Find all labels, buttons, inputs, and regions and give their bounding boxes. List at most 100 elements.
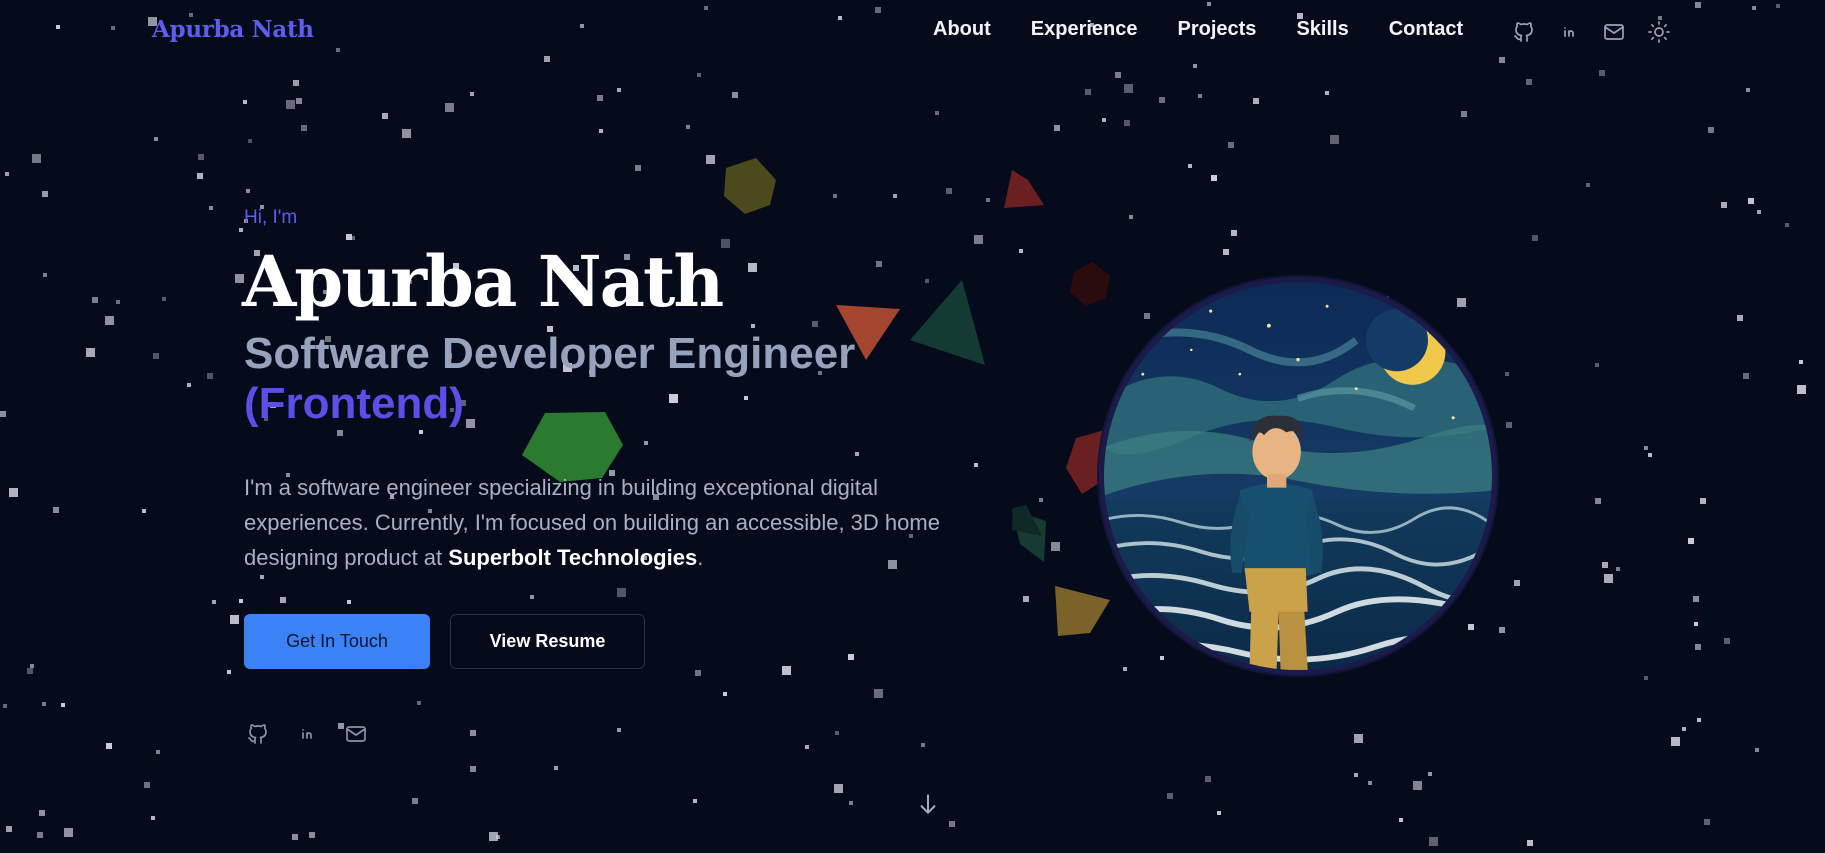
star-dot — [1019, 249, 1023, 253]
mail-icon[interactable] — [342, 720, 369, 747]
navbar: Apurba Nath About Experience Projects Sk… — [0, 0, 1825, 64]
github-icon[interactable] — [244, 720, 271, 747]
mail-icon[interactable] — [1600, 18, 1627, 45]
star-dot — [1461, 111, 1467, 117]
linkedin-icon[interactable] — [1555, 18, 1582, 45]
star-dot — [686, 125, 690, 129]
star-dot — [280, 597, 286, 603]
nav-link-about[interactable]: About — [933, 18, 991, 41]
star-dot — [382, 113, 388, 119]
star-dot — [974, 463, 978, 467]
star-dot — [1188, 164, 1192, 168]
star-dot — [744, 396, 748, 400]
star-dot — [617, 588, 626, 597]
hero-bio: I'm a software engineer specializing in … — [244, 470, 974, 575]
star-dot — [1704, 819, 1710, 825]
star-dot — [893, 194, 897, 198]
red-pyramid-shape — [1004, 170, 1044, 208]
star-dot — [470, 730, 476, 736]
star-dot — [644, 441, 648, 445]
star-dot — [1115, 72, 1121, 78]
olive-polyhedron-shape — [724, 158, 776, 214]
linkedin-icon[interactable] — [293, 720, 320, 747]
nav-link-experience[interactable]: Experience — [1031, 18, 1138, 41]
star-dot — [105, 316, 114, 325]
star-dot — [1721, 202, 1727, 208]
hero-role: Software Developer Engineer — [244, 329, 856, 378]
star-dot — [1039, 498, 1043, 502]
star-dot — [1799, 360, 1803, 364]
star-dot — [489, 832, 498, 841]
star-dot — [1123, 667, 1127, 671]
star-dot — [239, 228, 243, 232]
star-dot — [42, 702, 46, 706]
github-icon[interactable] — [1510, 18, 1537, 45]
star-dot — [855, 452, 859, 456]
star-dot — [496, 835, 500, 839]
star-dot — [5, 172, 9, 176]
star-dot — [347, 600, 351, 604]
star-dot — [116, 300, 120, 304]
star-dot — [86, 348, 95, 357]
site-logo[interactable]: Apurba Nath — [152, 16, 314, 43]
hero-social-links — [244, 720, 369, 747]
star-dot — [1514, 580, 1520, 586]
star-dot — [1755, 748, 1759, 752]
teal-pyramid-shape — [910, 280, 985, 365]
star-dot — [1144, 313, 1150, 319]
star-dot — [243, 100, 247, 104]
star-dot — [1505, 372, 1509, 376]
star-dot — [1644, 446, 1648, 450]
star-dot — [1599, 70, 1605, 76]
star-dot — [292, 834, 298, 840]
star-dot — [260, 575, 264, 579]
star-dot — [695, 670, 701, 676]
star-dot — [1129, 215, 1133, 219]
get-in-touch-button[interactable]: Get In Touch — [244, 614, 430, 669]
star-dot — [0, 411, 6, 417]
gold-pyramid-shape — [1055, 586, 1110, 636]
star-dot — [286, 100, 295, 109]
nav-links: About Experience Projects Skills Contact — [933, 18, 1503, 41]
star-dot — [1527, 840, 1533, 846]
arrow-down-icon[interactable] — [915, 791, 941, 817]
star-dot — [848, 654, 854, 660]
star-dot — [597, 95, 603, 101]
star-dot — [337, 430, 343, 436]
star-dot — [1671, 737, 1680, 746]
star-dot — [1231, 230, 1237, 236]
star-dot — [9, 488, 18, 497]
nav-link-skills[interactable]: Skills — [1296, 18, 1348, 41]
star-dot — [1159, 97, 1165, 103]
star-dot — [187, 383, 191, 387]
star-dot — [833, 194, 837, 198]
star-dot — [876, 261, 882, 267]
star-dot — [154, 137, 158, 141]
hero-name: Apurba Nath — [242, 240, 724, 323]
view-resume-button[interactable]: View Resume — [450, 614, 645, 669]
star-dot — [635, 165, 641, 171]
star-dot — [212, 600, 216, 604]
star-dot — [230, 615, 239, 624]
star-dot — [402, 129, 411, 138]
star-dot — [617, 728, 621, 732]
nav-link-contact[interactable]: Contact — [1389, 18, 1463, 41]
star-dot — [246, 189, 250, 193]
nav-link-projects[interactable]: Projects — [1178, 18, 1257, 41]
star-dot — [239, 599, 243, 603]
star-dot — [805, 745, 809, 749]
star-dot — [1354, 773, 1358, 777]
star-dot — [6, 826, 12, 832]
star-dot — [1602, 562, 1608, 568]
star-dot — [1737, 315, 1743, 321]
star-dot — [1325, 91, 1329, 95]
star-dot — [1330, 135, 1339, 144]
star-dot — [198, 154, 204, 160]
star-dot — [1205, 776, 1211, 782]
sun-icon[interactable] — [1645, 18, 1672, 45]
star-dot — [1223, 249, 1229, 255]
star-dot — [1428, 772, 1432, 776]
star-dot — [1648, 453, 1652, 457]
star-dot — [1748, 198, 1754, 204]
star-dot — [1595, 363, 1599, 367]
